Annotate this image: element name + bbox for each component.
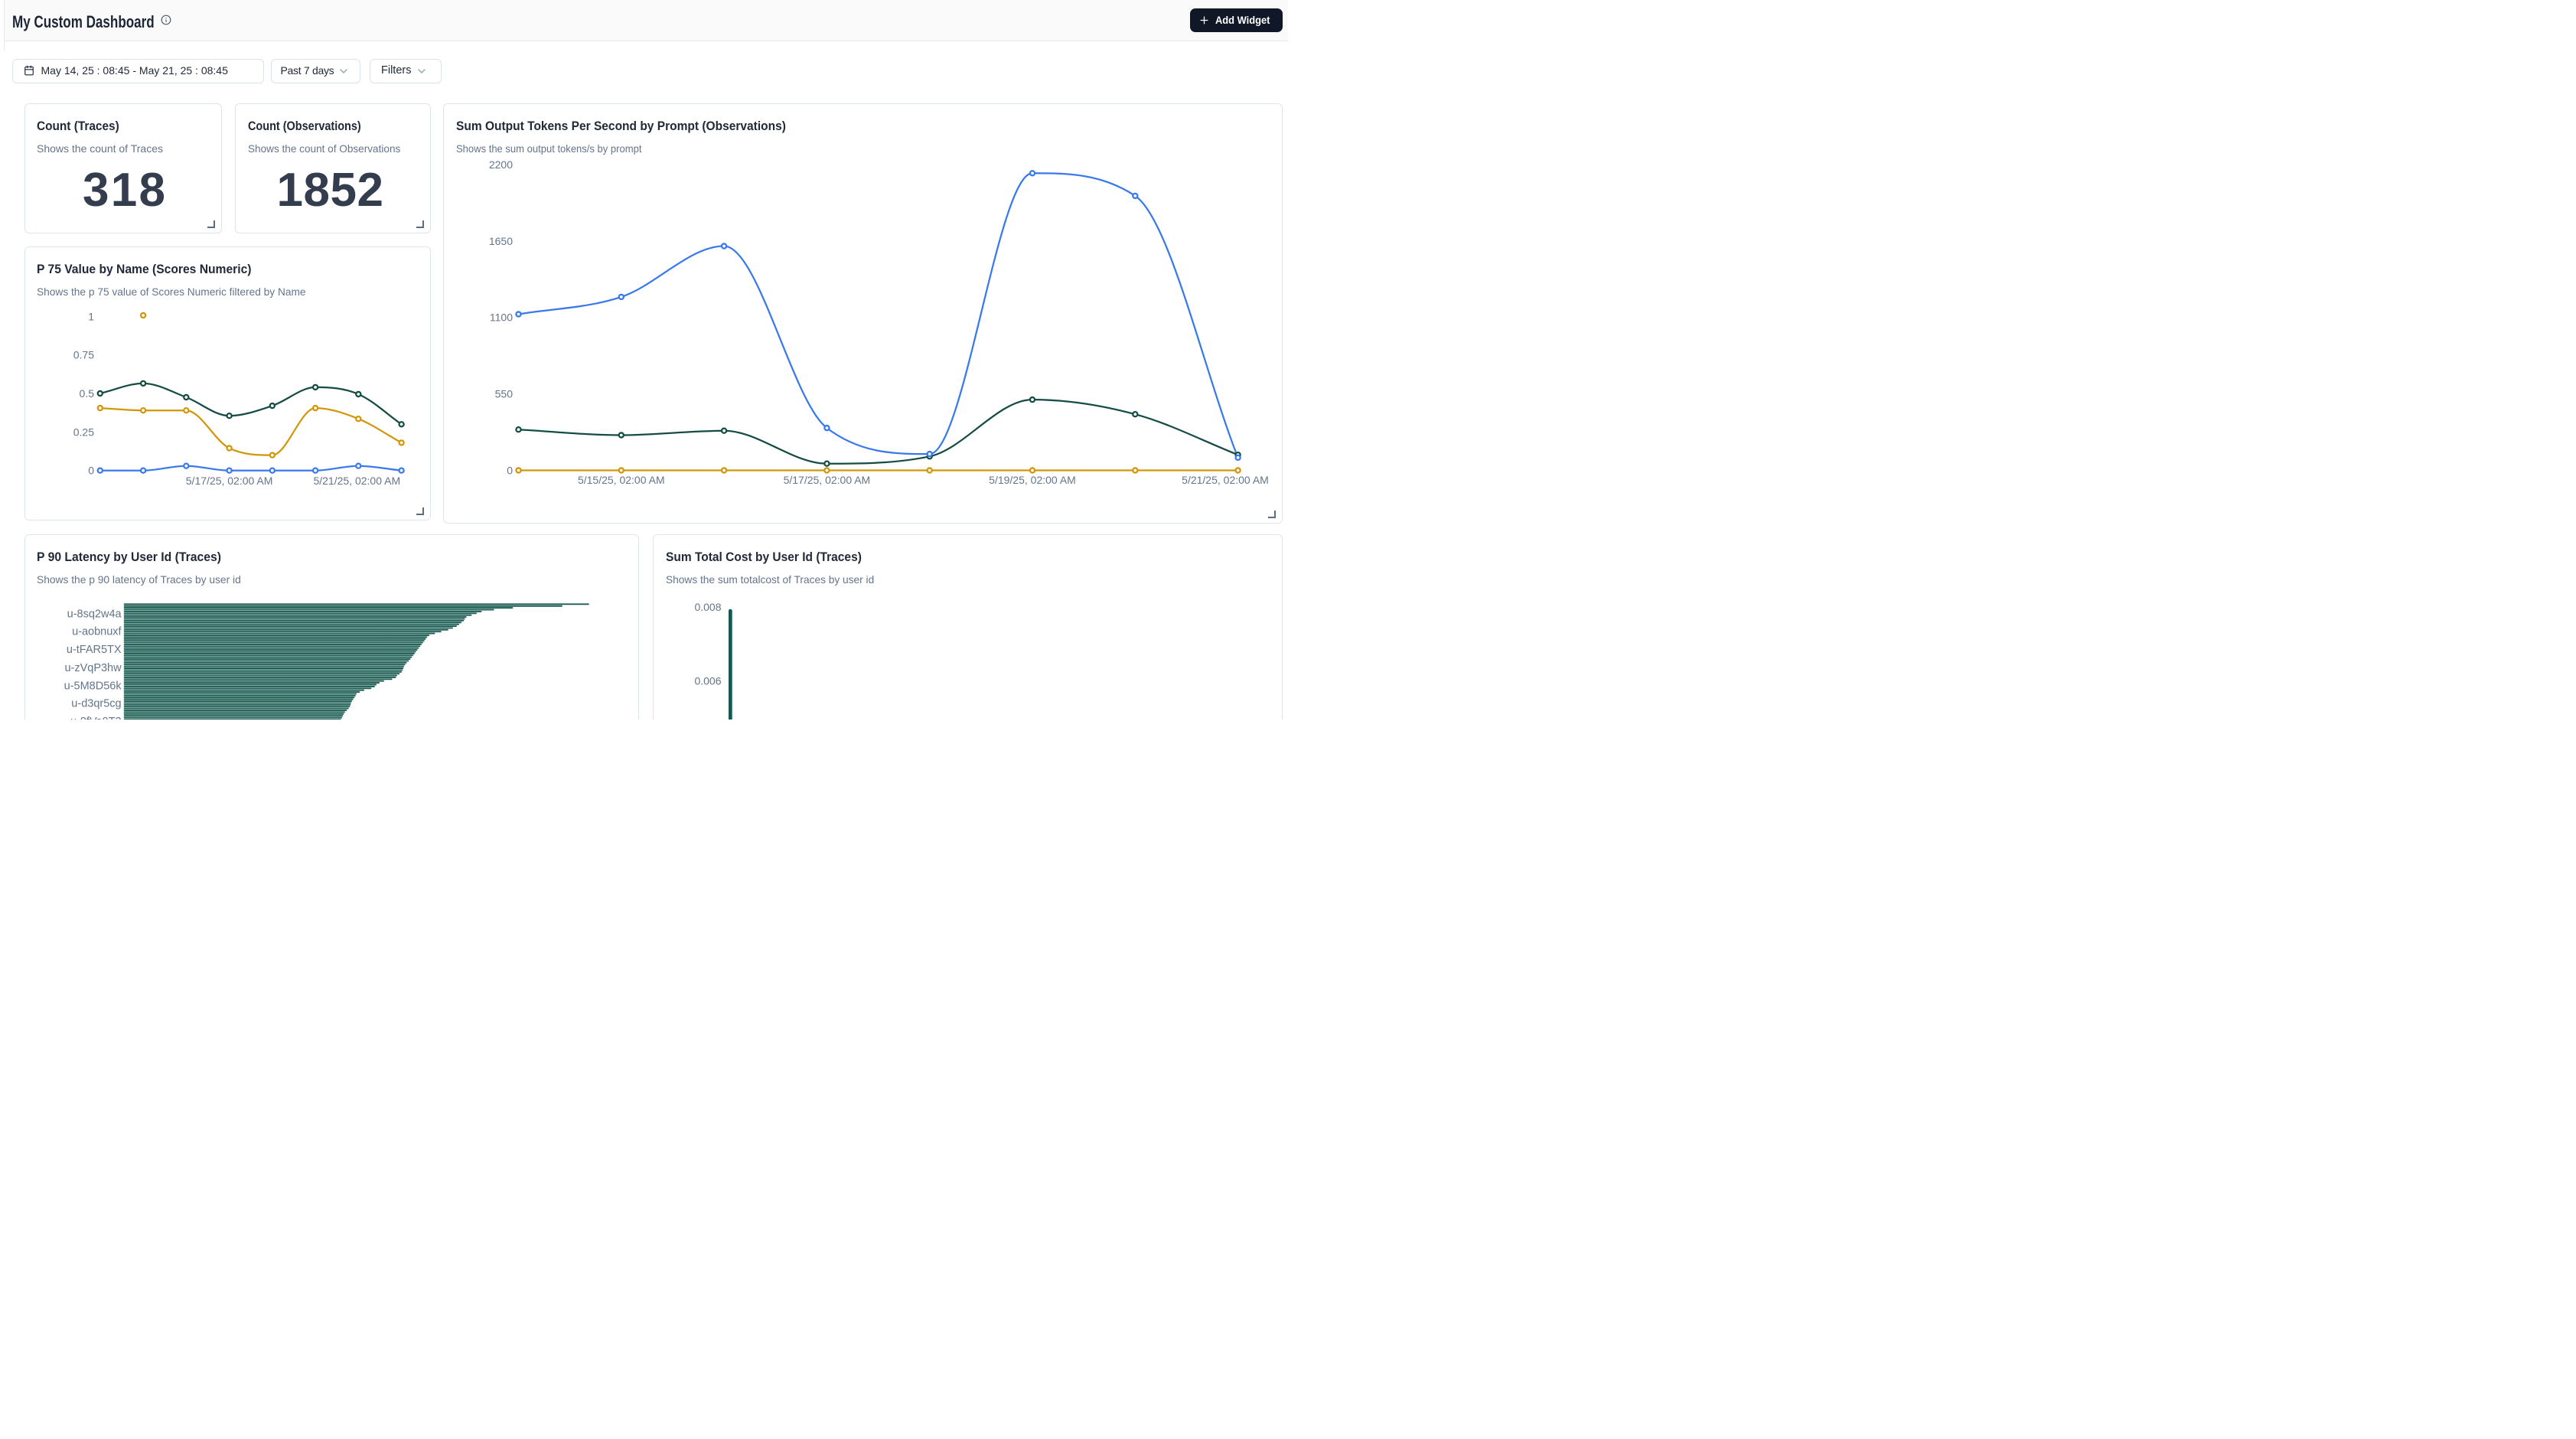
svg-text:u-d3qr5cg: u-d3qr5cg <box>71 697 121 710</box>
svg-text:550: 550 <box>495 388 514 400</box>
svg-text:2200: 2200 <box>489 158 513 171</box>
svg-text:0.75: 0.75 <box>73 349 93 361</box>
svg-text:u-aobnuxf: u-aobnuxf <box>72 625 122 638</box>
svg-text:0: 0 <box>507 465 513 477</box>
svg-text:u-tFAR5TX: u-tFAR5TX <box>66 644 121 656</box>
svg-text:5/21/25, 02:00 AM: 5/21/25, 02:00 AM <box>1182 474 1269 486</box>
svg-text:5/21/25, 02:00 AM: 5/21/25, 02:00 AM <box>313 475 400 487</box>
svg-text:0.008: 0.008 <box>694 600 721 612</box>
svg-text:5/17/25, 02:00 AM: 5/17/25, 02:00 AM <box>784 474 871 486</box>
svg-text:0: 0 <box>88 465 94 477</box>
svg-text:0.25: 0.25 <box>73 426 93 438</box>
svg-text:u-5M8D56k: u-5M8D56k <box>64 680 122 692</box>
svg-text:0.006: 0.006 <box>694 674 721 687</box>
svg-text:5/19/25, 02:00 AM: 5/19/25, 02:00 AM <box>989 474 1076 486</box>
svg-text:1100: 1100 <box>490 312 513 324</box>
svg-text:u-8sq2w4a: u-8sq2w4a <box>67 608 122 620</box>
svg-text:5/17/25, 02:00 AM: 5/17/25, 02:00 AM <box>185 475 272 487</box>
svg-text:u-8fVa9T3: u-8fVa9T3 <box>70 715 121 720</box>
svg-text:1: 1 <box>88 310 94 322</box>
svg-text:1650: 1650 <box>489 235 513 247</box>
svg-text:u-zVqP3hw: u-zVqP3hw <box>64 662 122 674</box>
svg-text:0.5: 0.5 <box>79 387 94 400</box>
svg-text:5/15/25, 02:00 AM: 5/15/25, 02:00 AM <box>578 474 665 486</box>
